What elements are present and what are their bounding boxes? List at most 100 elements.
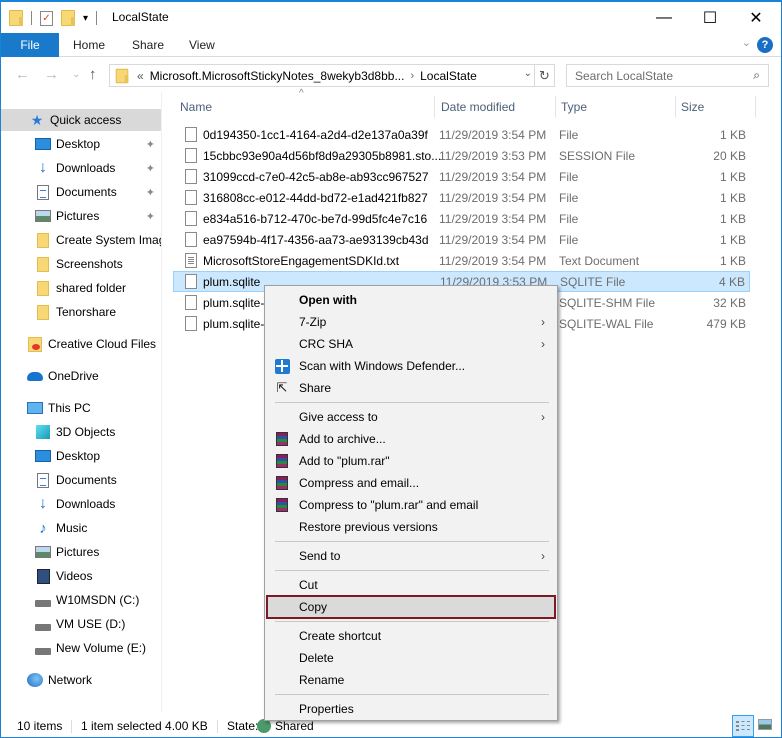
sidebar-item-pc-documents[interactable]: Documents [1, 469, 161, 491]
menu-item-share[interactable]: ⇱ Share [267, 377, 555, 399]
column-divider[interactable] [555, 96, 556, 118]
menu-item-compress-plum-rar-email[interactable]: Compress to "plum.rar" and email [267, 494, 555, 516]
menu-item-label: Restore previous versions [299, 520, 438, 534]
breadcrumb-sticky-notes[interactable]: Microsoft.MicrosoftStickyNotes_8wekyb3d8… [150, 69, 405, 83]
menu-item-add-to-plum-rar[interactable]: Add to "plum.rar" [267, 450, 555, 472]
folder-icon [37, 304, 49, 320]
menu-item-copy[interactable]: Copy [266, 595, 556, 619]
menu-item-crc-sha[interactable]: CRC SHA › [267, 333, 555, 355]
column-header-date-modified[interactable]: Date modified [441, 96, 515, 118]
customize-toolbar-icon[interactable]: ▾ [83, 13, 88, 24]
menu-item-delete[interactable]: Delete [267, 647, 555, 669]
expand-ribbon-icon[interactable]: ⌄ [742, 36, 751, 49]
menu-item-7zip[interactable]: 7-Zip › [267, 311, 555, 333]
search-box[interactable]: Search LocalState ⌕ [566, 64, 769, 87]
file-size: 1 KB [719, 253, 746, 268]
file-row[interactable]: 15cbbc93e90a4d56bf8d9a29305b8981.sto... … [173, 145, 750, 166]
sidebar-item-drive-e[interactable]: New Volume (E:) [1, 637, 161, 659]
breadcrumb-localstate[interactable]: LocalState [420, 69, 477, 83]
tab-file[interactable]: File [1, 33, 59, 57]
sidebar-item-onedrive[interactable]: OneDrive [1, 365, 161, 387]
menu-item-restore-previous[interactable]: Restore previous versions [267, 516, 555, 538]
tab-view[interactable]: View [189, 33, 215, 57]
menu-item-add-to-archive[interactable]: Add to archive... [267, 428, 555, 450]
menu-item-rename[interactable]: Rename [267, 669, 555, 691]
maximize-button[interactable]: ☐ [687, 2, 733, 33]
sidebar-item-3d-objects[interactable]: 3D Objects [1, 421, 161, 443]
refresh-button[interactable]: ↻ [534, 65, 554, 86]
menu-item-send-to[interactable]: Send to › [267, 545, 555, 567]
menu-item-give-access[interactable]: Give access to › [267, 406, 555, 428]
sidebar-item-quick-access[interactable]: ★ Quick access [1, 109, 161, 131]
column-divider[interactable] [434, 96, 435, 118]
address-dropdown-icon[interactable]: ⌄ [524, 68, 532, 79]
sidebar-item-pictures[interactable]: Pictures ✦ [1, 205, 161, 227]
column-header-name[interactable]: Name [180, 96, 212, 118]
search-input[interactable]: Search LocalState [575, 69, 673, 83]
pin-icon[interactable]: ✦ [146, 138, 155, 151]
column-divider[interactable] [675, 96, 676, 118]
details-view-button[interactable] [732, 715, 754, 737]
up-button[interactable]: ↑ [89, 66, 97, 83]
sidebar-item-this-pc[interactable]: This PC [1, 397, 161, 419]
sidebar-item-downloads[interactable]: ↓ Downloads ✦ [1, 157, 161, 179]
menu-item-label: Share [299, 381, 332, 395]
file-date: 11/29/2019 3:54 PM [439, 190, 547, 205]
folder-icon [37, 232, 49, 248]
menu-item-compress-email[interactable]: Compress and email... [267, 472, 555, 494]
file-row[interactable]: 316808cc-e012-44dd-bd72-e1ad421fb827 11/… [173, 187, 750, 208]
sidebar-item-tenorshare[interactable]: Tenorshare [1, 301, 161, 323]
recent-locations-button[interactable]: ⌄ [72, 69, 80, 80]
menu-item-properties[interactable]: Properties [267, 698, 555, 720]
address-bar[interactable]: « Microsoft.MicrosoftStickyNotes_8wekyb3… [109, 64, 555, 87]
file-row[interactable]: MicrosoftStoreEngagementSDKId.txt 11/29/… [173, 250, 750, 271]
sidebar-item-music[interactable]: ♪ Music [1, 517, 161, 539]
sidebar-item-documents[interactable]: Documents ✦ [1, 181, 161, 203]
sidebar-item-shared-folder[interactable]: shared folder [1, 277, 161, 299]
sidebar-item-create-system-image[interactable]: Create System Imag [1, 229, 161, 251]
forward-button[interactable]: → [44, 66, 59, 83]
large-icons-view-button[interactable] [758, 719, 772, 730]
file-row[interactable]: e834a516-b712-470c-be7d-99d5fc4e7c16 11/… [173, 208, 750, 229]
properties-checkmark-icon[interactable]: ✓ [40, 10, 53, 26]
column-divider[interactable] [755, 96, 756, 118]
pin-icon[interactable]: ✦ [146, 186, 155, 199]
sidebar-item-creative-cloud[interactable]: Creative Cloud Files [1, 333, 161, 355]
menu-separator [275, 402, 549, 403]
sidebar-item-network[interactable]: Network [1, 669, 161, 691]
sidebar-item-label: Pictures [56, 209, 100, 223]
back-button[interactable]: ← [15, 66, 30, 83]
minimize-button[interactable]: — [641, 2, 687, 33]
file-row[interactable]: ea97594b-4f17-4356-aa73-ae93139cb43d 11/… [173, 229, 750, 250]
tab-share[interactable]: Share [132, 33, 164, 57]
column-header-size[interactable]: Size [681, 96, 704, 118]
sidebar-item-screenshots[interactable]: Screenshots [1, 253, 161, 275]
menu-item-cut[interactable]: Cut [267, 574, 555, 596]
sidebar-item-pc-downloads[interactable]: ↓ Downloads [1, 493, 161, 515]
breadcrumb-overflow[interactable]: « [137, 69, 144, 83]
file-row[interactable]: 31099ccd-c7e0-42c5-ab8e-ab93cc967527 11/… [173, 166, 750, 187]
divider [217, 720, 218, 733]
file-explorer-window: ✓ ▾ LocalState — ☐ ✕ File Home Share Vie… [0, 0, 782, 738]
sidebar-item-drive-d[interactable]: VM USE (D:) [1, 613, 161, 635]
tab-home[interactable]: Home [73, 33, 105, 57]
file-size: 1 KB [719, 169, 746, 184]
pin-icon[interactable]: ✦ [146, 162, 155, 175]
sidebar-item-pc-desktop[interactable]: Desktop [1, 445, 161, 467]
pin-icon[interactable]: ✦ [146, 210, 155, 223]
sidebar-item-drive-c[interactable]: W10MSDN (C:) [1, 589, 161, 611]
sidebar-item-desktop[interactable]: Desktop ✦ [1, 133, 161, 155]
menu-item-scan-defender[interactable]: Scan with Windows Defender... [267, 355, 555, 377]
breadcrumb-separator[interactable]: › [410, 70, 414, 82]
drive-icon [35, 623, 51, 631]
file-row[interactable]: 0d194350-1cc1-4164-a2d4-d2e137a0a39f 11/… [173, 124, 750, 145]
sidebar-item-pc-pictures[interactable]: Pictures [1, 541, 161, 563]
menu-separator [275, 541, 549, 542]
help-icon[interactable]: ? [757, 37, 773, 53]
sidebar-item-videos[interactable]: Videos [1, 565, 161, 587]
menu-item-open-with[interactable]: Open with [267, 289, 555, 311]
menu-item-create-shortcut[interactable]: Create shortcut [267, 625, 555, 647]
new-folder-icon[interactable] [61, 10, 75, 26]
column-header-type[interactable]: Type [561, 96, 587, 118]
close-button[interactable]: ✕ [733, 2, 779, 33]
